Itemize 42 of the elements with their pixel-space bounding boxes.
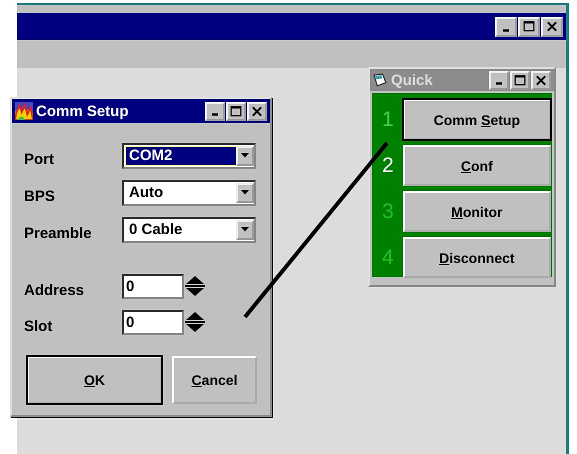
minimize-icon <box>503 28 509 32</box>
close-icon <box>535 74 547 86</box>
minimize-icon <box>496 82 502 85</box>
minimize-icon <box>212 113 218 116</box>
dialog-button[interactable]: OK <box>27 356 162 404</box>
close-button[interactable] <box>541 16 563 36</box>
dropdown[interactable]: Auto <box>122 180 256 206</box>
input-field[interactable]: 0 <box>122 310 184 334</box>
dropdown[interactable]: 0 Cable <box>122 216 256 242</box>
maximize-icon <box>514 74 526 86</box>
step-number: 1 <box>380 108 395 132</box>
field-label: Address <box>24 280 86 298</box>
flame-chart-icon <box>15 102 33 120</box>
dropdown[interactable]: COM2 <box>122 142 256 168</box>
field-label: Port <box>24 150 55 168</box>
toolbox-button[interactable]: Comm Setup <box>402 99 551 140</box>
step-number: 2 <box>380 154 395 178</box>
maximize-button[interactable] <box>226 102 246 120</box>
close-button[interactable] <box>531 70 551 90</box>
window-title: Comm Setup <box>36 102 130 120</box>
maximize-icon <box>230 106 242 116</box>
minimize-button[interactable] <box>205 102 225 120</box>
maximize-button[interactable] <box>518 16 540 36</box>
dialog-button[interactable]: Cancel <box>172 356 257 404</box>
window-title: Quick <box>391 72 434 88</box>
maximize-icon <box>523 21 535 32</box>
minimize-button[interactable] <box>495 16 517 36</box>
toolbox-button[interactable]: Conf <box>402 145 551 186</box>
field-label: Slot <box>24 316 54 334</box>
close-icon <box>546 21 558 32</box>
minimize-button[interactable] <box>489 70 509 90</box>
toolbox-button[interactable]: Disconnect <box>402 237 551 278</box>
close-icon <box>251 106 263 116</box>
input-field[interactable]: 0 <box>122 274 184 298</box>
document-icon <box>373 72 388 88</box>
field-label: Preamble <box>24 224 93 242</box>
field-label: BPS <box>24 187 56 205</box>
toolbox-button[interactable]: Monitor <box>402 191 551 232</box>
close-button[interactable] <box>247 102 267 120</box>
maximize-button[interactable] <box>510 70 530 90</box>
step-number: 3 <box>380 200 395 224</box>
step-number: 4 <box>380 246 395 270</box>
